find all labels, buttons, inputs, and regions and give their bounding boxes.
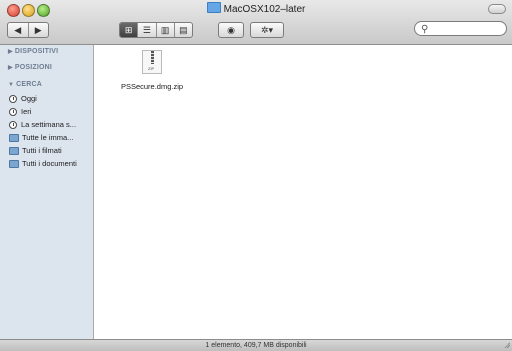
sidebar-item-all-movies[interactable]: Tutti i filmati [9, 145, 62, 156]
list-icon: ☰ [142, 24, 151, 35]
toolbar-toggle-button[interactable] [488, 4, 506, 14]
finder-window: MacOSX102–later ◀ ▶ ⊞ ☰ ▥ ▤ ◉ ✲▾ ⚲ ▶ DISP… [0, 0, 512, 351]
smart-folder-icon [9, 146, 19, 155]
view-icons-button[interactable]: ⊞ [120, 23, 139, 37]
sidebar-section-search[interactable]: ▼ CERCA [8, 81, 42, 88]
file-name: PSSecure.dmg.zip [120, 82, 184, 91]
sidebar-section-label: CERCA [16, 81, 43, 88]
resize-grip-icon[interactable] [504, 342, 510, 348]
clock-icon [9, 94, 17, 103]
smart-folder-icon [9, 159, 19, 168]
forward-arrow-icon: ▶ [34, 24, 42, 35]
disclosure-down-icon: ▼ [8, 82, 15, 88]
view-coverflow-button[interactable]: ▤ [175, 23, 192, 37]
zip-tag: ZIP [148, 66, 155, 71]
coverflow-icon: ▤ [179, 24, 188, 35]
file-item[interactable]: ZIP PSSecure.dmg.zip [120, 50, 184, 91]
eye-icon: ◉ [227, 24, 235, 35]
columns-icon: ▥ [160, 24, 170, 35]
disclosure-right-icon: ▶ [8, 49, 13, 55]
sidebar-item-all-documents[interactable]: Tutti i documenti [9, 158, 77, 169]
status-text: 1 elemento, 409,7 MB disponibili [205, 342, 307, 349]
sidebar-item-label: Tutti i filmati [22, 146, 62, 155]
zipper-icon [151, 51, 154, 64]
search-field[interactable]: ⚲ [414, 21, 507, 36]
clock-icon [9, 120, 17, 129]
disclosure-right-icon: ▶ [8, 65, 13, 71]
sidebar-section-label: DISPOSITIVI [14, 48, 59, 55]
zip-file-icon: ZIP [142, 50, 162, 74]
forward-button[interactable]: ▶ [29, 23, 49, 37]
action-segment: ✲▾ [250, 22, 284, 38]
sidebar: ▶ DISPOSITIVI ▶ POSIZIONI ▼ CERCA Oggi Ieri… [0, 45, 94, 339]
smart-folder-icon [9, 133, 19, 142]
sidebar-item-label: Ieri [21, 107, 32, 116]
back-arrow-icon: ◀ [14, 24, 22, 35]
view-list-button[interactable]: ☰ [138, 23, 157, 37]
sidebar-item-label: Tutte le imma... [22, 133, 74, 142]
titlebar: MacOSX102–later ◀ ▶ ⊞ ☰ ▥ ▤ ◉ ✲▾ ⚲ [0, 0, 512, 45]
action-menu-button[interactable]: ✲▾ [251, 23, 283, 37]
sidebar-item-label: Oggi [21, 94, 37, 103]
sidebar-item-label: Tutti i documenti [22, 159, 77, 168]
back-button[interactable]: ◀ [8, 23, 29, 37]
search-icon: ⚲ [421, 24, 429, 35]
quicklook-button[interactable]: ◉ [219, 23, 243, 37]
quicklook-segment: ◉ [218, 22, 244, 38]
sidebar-item-yesterday[interactable]: Ieri [9, 106, 31, 117]
sidebar-section-places[interactable]: ▶ POSIZIONI [8, 64, 52, 71]
folder-icon [206, 2, 221, 13]
sidebar-section-devices[interactable]: ▶ DISPOSITIVI [8, 48, 58, 55]
nav-segment: ◀ ▶ [7, 22, 49, 38]
sidebar-item-past-week[interactable]: La settimana s... [9, 119, 76, 130]
sidebar-section-label: POSIZIONI [14, 64, 53, 71]
file-content-area[interactable]: ZIP PSSecure.dmg.zip [94, 45, 512, 339]
view-columns-button[interactable]: ▥ [157, 23, 175, 37]
sidebar-item-today[interactable]: Oggi [9, 93, 37, 104]
window-title-wrap: MacOSX102–later [0, 2, 512, 18]
sidebar-item-label: La settimana s... [21, 120, 77, 129]
sidebar-item-all-images[interactable]: Tutte le imma... [9, 132, 73, 143]
status-bar: 1 elemento, 409,7 MB disponibili [0, 339, 512, 351]
clock-icon [9, 107, 17, 116]
gear-icon: ✲▾ [260, 24, 274, 35]
view-mode-segment: ⊞ ☰ ▥ ▤ [119, 22, 193, 38]
window-title: MacOSX102–later [223, 4, 306, 15]
grid-icon: ⊞ [124, 24, 133, 35]
